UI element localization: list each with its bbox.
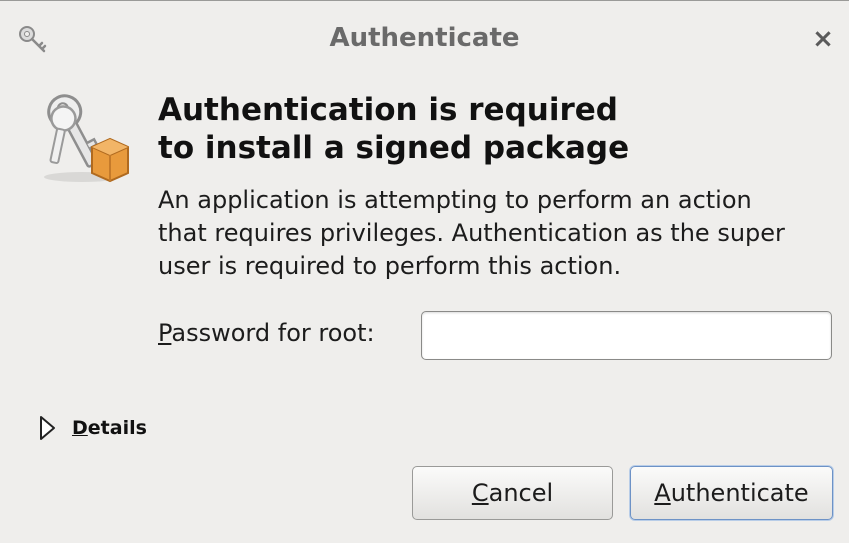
dialog-message: An application is attempting to perform … bbox=[158, 184, 848, 283]
cancel-button[interactable]: Cancel bbox=[412, 466, 613, 520]
disclosure-triangle-icon bbox=[40, 416, 55, 440]
authenticate-button-label: uthenticate bbox=[670, 479, 809, 507]
message-line-2: that requires privileges. Authentication… bbox=[158, 219, 785, 247]
password-label: Password for root: bbox=[158, 319, 375, 347]
keys-package-icon bbox=[44, 94, 129, 183]
heading-line-2: to install a signed package bbox=[158, 130, 630, 166]
password-label-mnemonic: P bbox=[158, 319, 172, 347]
password-input[interactable] bbox=[421, 311, 832, 360]
details-label-mnemonic: D bbox=[72, 417, 88, 439]
window-title: Authenticate bbox=[329, 23, 520, 53]
details-label: Details bbox=[72, 417, 147, 439]
message-line-3: user is required to perform this action. bbox=[158, 252, 622, 280]
heading-line-1: Authentication is required bbox=[158, 92, 618, 128]
details-expander[interactable]: Details bbox=[38, 413, 147, 443]
close-icon[interactable]: × bbox=[809, 25, 837, 53]
authenticate-button[interactable]: Authenticate bbox=[630, 466, 833, 520]
authenticate-button-mnemonic: A bbox=[654, 479, 671, 507]
cancel-button-label: ancel bbox=[488, 479, 554, 507]
cancel-button-mnemonic: C bbox=[471, 479, 489, 507]
password-label-text: assword for root: bbox=[171, 319, 375, 347]
details-label-text: etails bbox=[87, 417, 147, 439]
message-line-1: An application is attempting to perform … bbox=[158, 186, 752, 214]
authenticate-dialog: Authenticate × Authentication is require… bbox=[0, 0, 849, 543]
dialog-heading: Authentication is required to install a … bbox=[158, 91, 838, 167]
title-bar: Authenticate × bbox=[0, 1, 849, 73]
